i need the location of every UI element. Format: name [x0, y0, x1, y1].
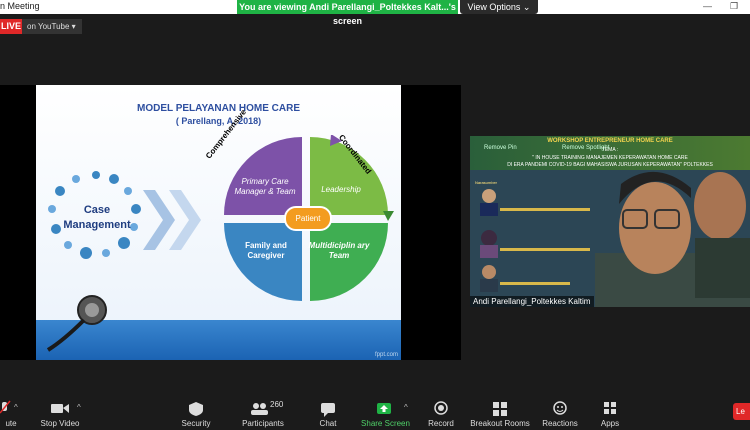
mute-button[interactable]: ^ ute [0, 392, 22, 430]
on-youtube-dropdown[interactable]: on YouTube ▾ [22, 19, 82, 34]
case-management-label: Case Management [63, 204, 131, 231]
record-icon [434, 401, 448, 415]
slide-watermark: fppt.com [374, 352, 398, 358]
speaker-name-bar-1 [500, 208, 590, 211]
presenter-person [595, 171, 750, 307]
quadrant-primary-care: Primary Care Manager & Team [234, 177, 296, 196]
svg-text:^: ^ [14, 403, 18, 412]
video-camera-icon: ^ [51, 403, 81, 413]
stop-video-button[interactable]: ^ Stop Video [35, 392, 85, 430]
shared-screen: MODEL PELAYANAN HOME CARE ( Parellang, A… [0, 85, 461, 360]
presentation-slide: MODEL PELAYANAN HOME CARE ( Parellang, A… [36, 85, 401, 360]
quadrant-leadership: Leadership [321, 185, 361, 194]
apps-icon [604, 402, 616, 414]
speaker-photo-3 [480, 265, 498, 292]
stethoscope-icon [46, 295, 107, 352]
speaker-photo-1 [480, 189, 498, 216]
security-button[interactable]: Security [176, 392, 216, 430]
microphone-muted-icon: ^ [0, 400, 18, 414]
window-title: n Meeting [0, 1, 40, 11]
minimize-icon[interactable]: — [703, 1, 712, 11]
participants-count: 260 [270, 400, 284, 409]
remove-pin-button[interactable]: Remove Pin [484, 145, 517, 151]
meeting-toolbar: ^ ute ^ Stop Video Security Participants… [0, 392, 750, 430]
view-options-button[interactable]: View Options ⌄ [460, 0, 538, 14]
breakout-rooms-button[interactable]: Breakout Rooms [468, 392, 532, 430]
remove-spotlight-button[interactable]: Remove Spotlight [562, 145, 609, 151]
speaker-photo-2 [480, 230, 498, 258]
patient-label: Patient [284, 206, 332, 231]
restore-icon[interactable]: ❐ [730, 1, 738, 12]
chat-button[interactable]: Chat [313, 392, 343, 430]
speaker-video[interactable]: WORKSHOP ENTREPRENEUR HOME CARE TEMA : "… [470, 136, 750, 307]
speaker-name-bar-2 [500, 248, 590, 251]
chat-icon [321, 403, 335, 417]
smiley-icon [553, 401, 567, 415]
breakout-rooms-icon [493, 402, 507, 416]
speaker-name-tag: Andi Parellangi_Poltekkes Kaltim [470, 296, 595, 307]
quadrant-family-caregiver: Family and Caregiver [245, 241, 287, 260]
narasumber-label: Narasumber [475, 180, 498, 185]
svg-text:^: ^ [77, 403, 81, 412]
slide-title: MODEL PELAYANAN HOME CARE [137, 103, 300, 114]
banner-line-1: WORKSHOP ENTREPRENEUR HOME CARE [547, 138, 673, 144]
chevron-arrows-icon [143, 190, 201, 250]
apps-button[interactable]: Apps [595, 392, 625, 430]
record-button[interactable]: Record [424, 392, 458, 430]
shield-icon [189, 402, 203, 416]
reactions-button[interactable]: Reactions [540, 392, 580, 430]
quadrant-multidisciplinary-team: Multidiciplin ary Team [308, 241, 370, 260]
slide-subtitle: ( Parellang, A, 2018) [175, 116, 262, 126]
share-banner: You are viewing Andi Parellangi_Poltekke… [237, 0, 458, 26]
live-badge: LIVE [0, 19, 22, 34]
share-screen-icon: ^ [377, 403, 408, 414]
svg-text:^: ^ [404, 403, 408, 412]
speaker-name-bar-3 [500, 282, 570, 285]
share-screen-button[interactable]: ^ Share Screen [358, 392, 413, 430]
leave-button[interactable]: Le [733, 403, 750, 420]
